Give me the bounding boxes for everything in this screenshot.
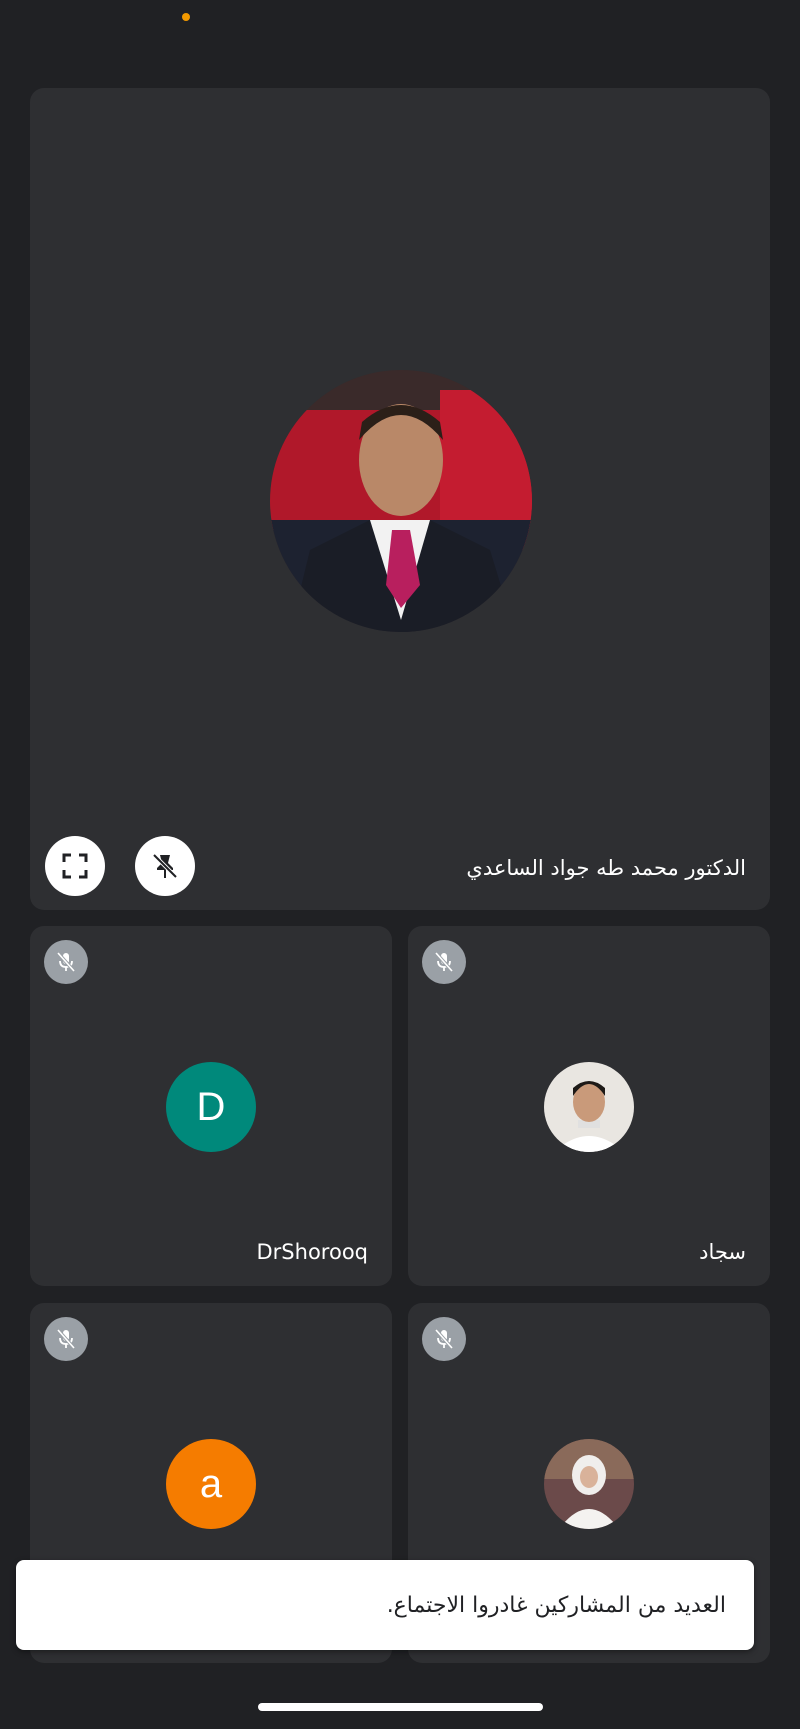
- mic-off-icon: [44, 1317, 88, 1361]
- participant-avatar: [544, 1439, 634, 1529]
- toast-message: العديد من المشاركين غادروا الاجتماع.: [386, 1592, 726, 1618]
- mic-off-icon: [44, 940, 88, 984]
- speaker-avatar: [270, 370, 532, 632]
- main-speaker-tile[interactable]: الدكتور محمد طه جواد الساعدي: [30, 88, 770, 910]
- snackbar-toast: العديد من المشاركين غادروا الاجتماع.: [16, 1560, 754, 1650]
- participant-avatar: [544, 1062, 634, 1152]
- mic-off-icon: [422, 940, 466, 984]
- unpin-icon: [152, 853, 178, 879]
- participant-tile[interactable]: سجاد: [408, 926, 770, 1286]
- participant-tile[interactable]: D DrShorooq: [30, 926, 392, 1286]
- mic-off-icon: [422, 1317, 466, 1361]
- participant-name: DrShorooq: [256, 1240, 369, 1264]
- fullscreen-button[interactable]: [45, 836, 105, 896]
- participant-name: سجاد: [699, 1240, 746, 1264]
- fullscreen-icon: [62, 853, 88, 879]
- participant-avatar: D: [166, 1062, 256, 1152]
- home-indicator[interactable]: [258, 1703, 543, 1711]
- recording-indicator-dot: [182, 13, 190, 21]
- speaker-name: الدكتور محمد طه جواد الساعدي: [466, 856, 746, 880]
- unpin-button[interactable]: [135, 836, 195, 896]
- participant-avatar: a: [166, 1439, 256, 1529]
